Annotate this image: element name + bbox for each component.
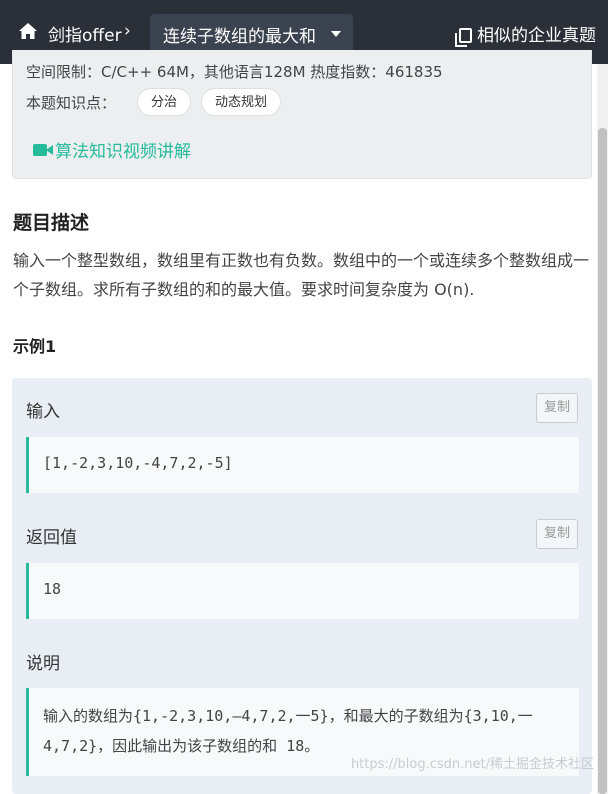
tag-divide-conquer[interactable]: 分治 bbox=[137, 88, 192, 116]
video-explain-label: 算法知识视频讲解 bbox=[55, 142, 191, 162]
chevron-right-icon: › bbox=[124, 21, 131, 41]
example-heading: 示例1 bbox=[13, 337, 57, 356]
description-heading: 题目描述 bbox=[13, 212, 90, 234]
video-explain-link[interactable]: 算法知识视频讲解 bbox=[33, 137, 191, 162]
output-value: 18 bbox=[43, 580, 62, 598]
copy-input-button[interactable]: 复制 bbox=[536, 393, 578, 423]
explain-text: 输入的数组为{1,-2,3,10,—4,7,2,一5}，和最大的子数组为{3,1… bbox=[43, 707, 533, 755]
problem-title-dropdown[interactable]: 连续子数组的最大和 bbox=[150, 14, 353, 52]
problem-info-box: 空间限制：C/C++ 64M，其他语言128M 热度指数：461835 本题知识… bbox=[12, 50, 592, 179]
input-value: [1,-2,3,10,-4,7,2,-5] bbox=[43, 454, 233, 472]
explain-label: 说明 bbox=[26, 654, 60, 674]
limits-line: 空间限制：C/C++ 64M，其他语言128M 热度指数：461835 bbox=[26, 63, 443, 81]
breadcrumb-jianzhi-offer[interactable]: 剑指offer bbox=[48, 21, 122, 46]
output-label: 返回值 bbox=[26, 528, 77, 548]
output-code-box: 18 bbox=[26, 563, 579, 619]
video-camera-icon bbox=[33, 144, 53, 156]
description-text: 输入一个整型数组，数组里有正数也有负数。数组中的一个或连续多个整数组成一个子数组… bbox=[13, 251, 590, 299]
input-code-box: [1,-2,3,10,-4,7,2,-5] bbox=[26, 437, 579, 493]
copy-output-button[interactable]: 复制 bbox=[536, 519, 578, 549]
watermark: https://blog.csdn.net/稀土掘金技术社区 bbox=[350, 757, 594, 772]
knowledge-label: 本题知识点： bbox=[26, 94, 117, 112]
home-icon[interactable] bbox=[18, 22, 38, 40]
tag-dynamic-programming[interactable]: 动态规划 bbox=[201, 88, 282, 116]
example-panel: 输入 复制 [1,-2,3,10,-4,7,2,-5] 返回值 复制 18 说明… bbox=[12, 378, 592, 794]
problem-title: 连续子数组的最大和 bbox=[163, 27, 316, 47]
scrollbar-thumb[interactable] bbox=[598, 128, 607, 794]
similar-questions-link[interactable]: 相似的企业真题 bbox=[455, 21, 596, 47]
copy-icon bbox=[455, 28, 472, 47]
similar-questions-label: 相似的企业真题 bbox=[477, 26, 596, 46]
input-label: 输入 bbox=[26, 402, 60, 422]
caret-down-icon bbox=[331, 31, 341, 37]
